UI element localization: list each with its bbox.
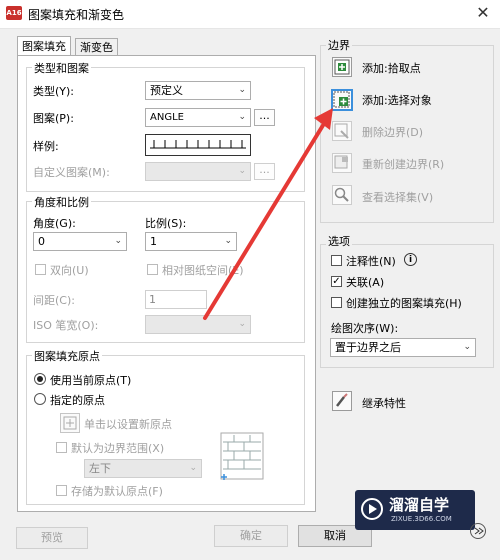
store-default-label: 存储为默认原点(F) (71, 485, 163, 498)
angle-pattern-swatch-icon (150, 140, 246, 149)
watermark-brand: 溜溜自学 (389, 496, 450, 514)
inherit-properties-label[interactable]: 继承特性 (362, 395, 406, 411)
inherit-properties-button[interactable] (332, 391, 352, 411)
title-bar: A16 图案填充和渐变色 ✕ (0, 0, 500, 29)
play-logo-icon (361, 498, 383, 520)
use-current-origin-radio[interactable] (34, 373, 46, 385)
store-default-checkbox[interactable] (56, 485, 67, 496)
chevron-down-icon: ⌄ (463, 342, 471, 352)
chevron-down-icon: ⌄ (114, 236, 122, 246)
view-selection-label[interactable]: 查看选择集(V) (362, 189, 433, 205)
angle-value: 0 (38, 235, 45, 248)
default-extent-label: 默认为边界范围(X) (71, 442, 165, 455)
custom-pattern-label: 自定义图案(M): (33, 166, 110, 179)
iso-pen-label: ISO 笔宽(O): (33, 319, 99, 332)
double-checkbox[interactable] (35, 264, 46, 275)
extent-position-value: 左下 (89, 462, 111, 475)
boundary-legend: 边界 (326, 37, 352, 53)
pattern-label: 图案(P): (33, 112, 74, 125)
annotative-checkbox[interactable] (331, 255, 342, 266)
annotative-label: 注释性(N) (346, 255, 396, 268)
close-icon[interactable]: ✕ (470, 2, 496, 24)
double-label: 双向(U) (50, 264, 89, 277)
chevron-down-icon: ⌄ (224, 236, 232, 246)
click-set-origin-button[interactable] (60, 413, 80, 433)
associative-label: 关联(A) (346, 276, 385, 289)
draw-order-value: 置于边界之后 (335, 341, 401, 354)
type-label: 类型(Y): (33, 85, 75, 98)
ok-button[interactable]: 确定 (214, 525, 288, 547)
pattern-value: ANGLE (150, 112, 184, 123)
tab-gradient[interactable]: 渐变色 (75, 38, 118, 56)
recreate-boundary-label[interactable]: 重新创建边界(R) (362, 156, 444, 172)
chevron-down-icon: ⌄ (238, 112, 246, 122)
separate-hatch-checkbox[interactable] (331, 297, 342, 308)
relative-paper-label: 相对图纸空间(E) (162, 264, 244, 277)
click-set-origin-label: 单击以设置新原点 (84, 418, 172, 431)
specified-origin-label: 指定的原点 (50, 394, 105, 407)
add-select-objects-button[interactable] (331, 89, 353, 111)
autocad-app-icon: A16 (6, 6, 22, 20)
brush-icon (336, 393, 348, 407)
tab-hatch[interactable]: 图案填充 (17, 36, 71, 56)
chevron-down-icon: ⌄ (238, 166, 246, 176)
magnifier-icon (334, 187, 349, 202)
custom-pattern-select[interactable]: ⌄ (145, 162, 251, 181)
scale-value: 1 (150, 235, 157, 248)
watermark-url: ZIXUE.3D66.COM (391, 515, 452, 523)
angle-label: 角度(G): (33, 217, 76, 230)
remove-boundary-label[interactable]: 删除边界(D) (362, 124, 423, 140)
expand-more-icon[interactable] (470, 523, 486, 539)
default-extent-checkbox[interactable] (56, 442, 67, 453)
type-pattern-legend: 类型和图案 (32, 60, 91, 76)
pattern-select[interactable]: ANGLE ⌄ (145, 108, 251, 127)
spacing-label: 间距(C): (33, 294, 75, 307)
scale-select[interactable]: 1 ⌄ (145, 232, 237, 251)
chevron-down-icon: ⌄ (189, 463, 197, 473)
extent-position-select[interactable]: 左下 ⌄ (84, 459, 202, 478)
draw-order-label: 绘图次序(W): (331, 322, 399, 335)
select-objects-icon (333, 91, 350, 108)
iso-pen-select[interactable]: ⌄ (145, 315, 251, 334)
scale-label: 比例(S): (145, 217, 187, 230)
remove-boundary-icon (334, 123, 349, 139)
specified-origin-radio[interactable] (34, 393, 46, 405)
type-value: 预定义 (150, 84, 183, 97)
custom-pattern-browse-button[interactable]: ... (254, 163, 275, 180)
origin-legend: 图案填充原点 (32, 348, 102, 364)
preview-button[interactable]: 预览 (16, 527, 88, 549)
remove-boundary-button[interactable] (332, 121, 352, 141)
brick-pattern-preview-icon (220, 432, 264, 480)
separate-hatch-label: 创建独立的图案填充(H) (346, 297, 462, 310)
spacing-input[interactable]: 1 (145, 290, 207, 309)
recreate-boundary-icon (334, 155, 348, 169)
angle-select[interactable]: 0 ⌄ (33, 232, 127, 251)
associative-checkbox[interactable]: ✓ (331, 276, 342, 287)
watermark-badge: 溜溜自学 ZIXUE.3D66.COM (355, 490, 475, 530)
set-origin-icon (63, 416, 77, 430)
add-pick-points-button[interactable] (332, 57, 352, 77)
chevron-down-icon: ⌄ (238, 319, 246, 329)
info-icon[interactable]: i (404, 253, 417, 266)
recreate-boundary-button[interactable] (332, 153, 352, 173)
pattern-swatch[interactable] (145, 134, 251, 156)
window-title: 图案填充和渐变色 (28, 8, 125, 22)
chevron-down-icon: ⌄ (238, 85, 246, 95)
use-current-origin-label: 使用当前原点(T) (50, 374, 132, 387)
add-pick-points-label[interactable]: 添加:拾取点 (362, 60, 421, 76)
relative-paper-checkbox[interactable] (147, 264, 158, 275)
angle-scale-legend: 角度和比例 (32, 194, 91, 210)
type-select[interactable]: 预定义 ⌄ (145, 81, 251, 100)
options-legend: 选项 (326, 233, 352, 249)
pattern-browse-button[interactable]: ... (254, 109, 275, 126)
view-selection-button[interactable] (332, 185, 352, 205)
origin-preview-image (220, 432, 264, 482)
add-select-objects-label[interactable]: 添加:选择对象 (362, 92, 432, 108)
pick-point-icon (334, 59, 350, 75)
draw-order-select[interactable]: 置于边界之后 ⌄ (330, 338, 476, 357)
swatch-label: 样例: (33, 140, 59, 153)
